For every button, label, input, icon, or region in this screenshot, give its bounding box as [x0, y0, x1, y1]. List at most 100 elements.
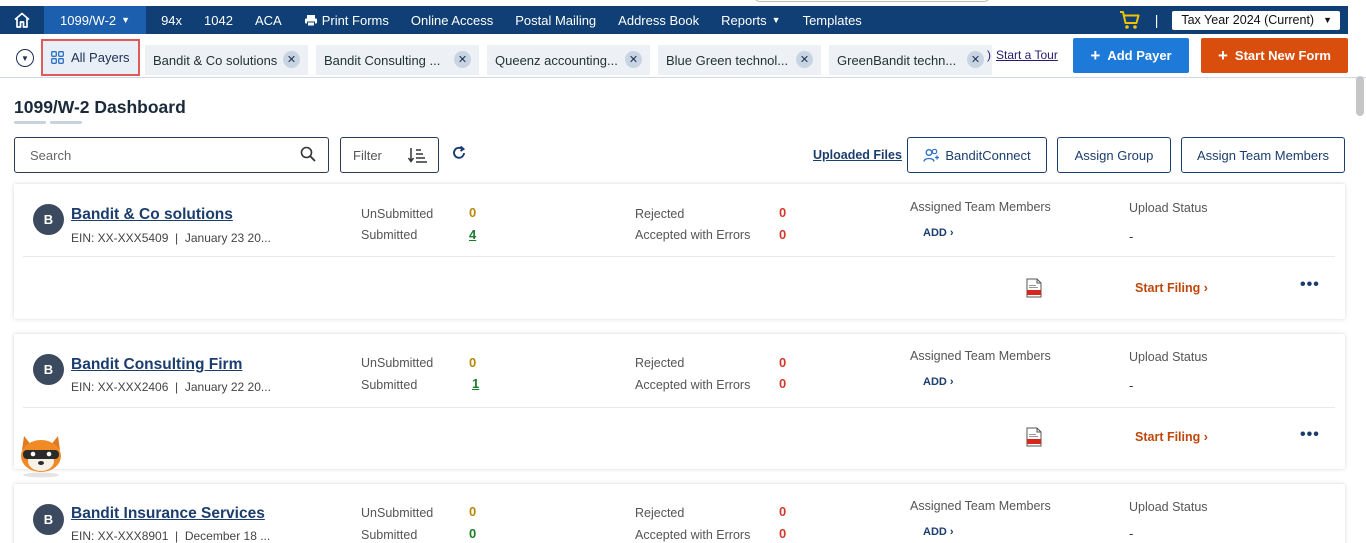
payer-ein-date: EIN: XX-XXX2406 | January 22 20... [71, 380, 271, 394]
tab-all-payers[interactable]: All Payers [41, 39, 140, 76]
tab-payer-4[interactable]: Blue Green technol... ✕ [658, 45, 821, 75]
tab-payer-5[interactable]: GreenBandit techn... ✕ [829, 45, 992, 75]
payer-card: B Bandit Consulting Firm EIN: XX-XXX2406… [14, 334, 1345, 469]
payer-name-link[interactable]: Bandit Insurance Services [71, 505, 265, 523]
nav-reports[interactable]: Reports ▼ [710, 6, 791, 34]
page-title: 1099/W-2 Dashboard [14, 97, 186, 117]
chevron-right-icon: › [949, 227, 954, 239]
search-input[interactable]: Search [14, 137, 329, 173]
nav-separator: | [1154, 12, 1159, 28]
unsubmitted-label: UnSubmitted [361, 207, 434, 221]
tab-payer-1-label: Bandit & Co solutions [153, 52, 278, 68]
accepted-with-errors-label: Accepted with Errors [635, 528, 751, 542]
cart-icon[interactable] [1119, 10, 1141, 30]
payer-card: B Bandit & Co solutions EIN: XX-XXX5409 … [14, 184, 1345, 319]
home-button[interactable] [0, 6, 44, 34]
nav-address-book[interactable]: Address Book [607, 6, 710, 34]
submitted-count-link[interactable]: 4 [469, 227, 476, 242]
tab-payer-3[interactable]: Queenz accounting... ✕ [487, 45, 650, 75]
nav-templates[interactable]: Templates [792, 6, 873, 34]
search-icon[interactable] [300, 146, 316, 162]
banditconnect-button[interactable]: BanditConnect [907, 137, 1047, 173]
payer-ein: EIN: XX-XXX2406 [71, 380, 169, 394]
submitted-count: 0 [469, 526, 477, 541]
nav-right-group: | Tax Year 2024 (Current) ▼ [1119, 6, 1340, 34]
caret-down-icon: ▼ [1323, 15, 1332, 25]
dropdown-edge [754, 0, 990, 2]
assign-group-label: Assign Group [1074, 147, 1154, 163]
refresh-icon[interactable] [451, 145, 467, 161]
nav-postal-mailing[interactable]: Postal Mailing [504, 6, 607, 34]
chevron-right-icon: › [1203, 430, 1208, 444]
start-filing-link[interactable]: Start Filing › [1135, 281, 1208, 295]
nav-1099-w2[interactable]: 1099/W-2 ▼ [44, 6, 147, 34]
nav-online-access[interactable]: Online Access [400, 6, 504, 34]
nav-aca[interactable]: ACA [244, 6, 293, 34]
close-icon[interactable]: ✕ [967, 51, 984, 68]
close-icon[interactable]: ✕ [625, 51, 642, 68]
close-icon[interactable]: ✕ [796, 51, 813, 68]
close-icon[interactable]: ✕ [283, 51, 300, 68]
submitted-count-link[interactable]: 1 [472, 376, 479, 391]
add-label: ADD [923, 526, 947, 538]
accepted-with-errors-count: 0 [779, 526, 787, 541]
rejected-count: 0 [779, 504, 787, 519]
pdf-icon[interactable] [1026, 278, 1042, 298]
nav-1042[interactable]: 1042 [193, 6, 244, 34]
avatar: B [33, 354, 64, 385]
nav-94x[interactable]: 94x [150, 6, 193, 34]
payer-name-link[interactable]: Bandit & Co solutions [71, 206, 233, 224]
printer-icon [304, 14, 317, 26]
tax-year-select[interactable]: Tax Year 2024 (Current) ▼ [1172, 10, 1340, 30]
rejected-label: Rejected [635, 207, 685, 221]
upload-status-label: Upload Status [1129, 201, 1208, 215]
collapse-toggle-icon[interactable]: ▼ [16, 49, 34, 67]
search-placeholder: Search [30, 147, 72, 163]
add-team-member-link[interactable]: ADD › [923, 376, 954, 388]
filter-select[interactable]: Filter [340, 137, 439, 173]
payer-card: B Bandit Insurance Services EIN: XX-XXX8… [14, 484, 1345, 543]
title-underline [14, 121, 46, 124]
avatar: B [33, 504, 64, 535]
assigned-team-members-label: Assigned Team Members [910, 499, 1051, 513]
start-tour-link[interactable]: Start a Tour [996, 48, 1058, 62]
tab-payer-2-label: Bandit Consulting ... [324, 52, 441, 68]
chevron-down-icon: ▼ [121, 15, 131, 25]
start-new-form-button[interactable]: + Start New Form [1201, 38, 1348, 73]
plus-icon: + [1090, 45, 1101, 65]
unsubmitted-count: 0 [469, 205, 477, 220]
assign-team-members-label: Assign Team Members [1197, 147, 1329, 163]
nav-1099-w2-label: 1099/W-2 [60, 12, 117, 28]
raccoon-mascot-icon[interactable] [16, 430, 66, 478]
close-icon[interactable]: ✕ [454, 51, 471, 68]
more-options-icon[interactable]: ••• [1300, 426, 1320, 444]
payer-date: December 18 ... [184, 529, 271, 543]
avatar: B [33, 204, 64, 235]
tab-payer-1[interactable]: Bandit & Co solutions ✕ [145, 45, 308, 75]
uploaded-files-link[interactable]: Uploaded Files [813, 148, 902, 162]
add-payer-button[interactable]: + Add Payer [1073, 38, 1189, 73]
add-team-member-link[interactable]: ADD › [923, 227, 954, 239]
banditconnect-label: BanditConnect [945, 147, 1031, 163]
assigned-team-members-label: Assigned Team Members [910, 349, 1051, 363]
tab-payer-2[interactable]: Bandit Consulting ... ✕ [316, 45, 479, 75]
card-divider [23, 407, 1335, 408]
upload-status-label: Upload Status [1129, 500, 1208, 514]
start-filing-link[interactable]: Start Filing › [1135, 430, 1208, 444]
top-navigation: 1099/W-2 ▼ 94x 1042 ACA Print Forms Onlin… [0, 0, 1366, 38]
start-filing-label: Start Filing [1135, 430, 1201, 444]
nav-print-forms[interactable]: Print Forms [293, 6, 400, 34]
assign-team-members-button[interactable]: Assign Team Members [1181, 137, 1345, 173]
more-options-icon[interactable]: ••• [1300, 276, 1320, 294]
chevron-right-icon: › [1203, 281, 1208, 295]
pdf-icon[interactable] [1026, 427, 1042, 447]
nav-print-forms-label: Print Forms [321, 12, 389, 28]
payer-name-link[interactable]: Bandit Consulting Firm [71, 356, 242, 374]
scrollbar[interactable] [1356, 76, 1364, 116]
assign-group-button[interactable]: Assign Group [1057, 137, 1171, 173]
submitted-label: Submitted [361, 228, 418, 242]
rejected-count: 0 [779, 205, 787, 220]
filter-label: Filter [353, 147, 382, 163]
submitted-label: Submitted [361, 378, 418, 392]
add-team-member-link[interactable]: ADD › [923, 526, 954, 538]
